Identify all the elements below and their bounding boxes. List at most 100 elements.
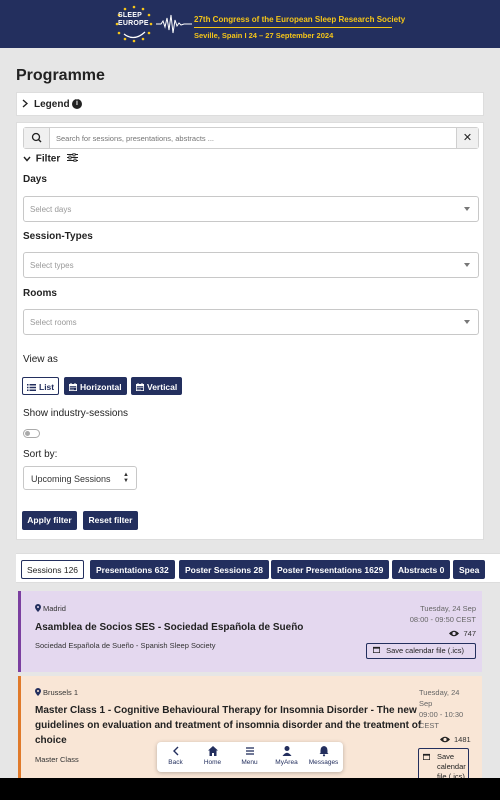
session-date-line1: Tuesday, 24 — [419, 688, 460, 697]
eye-icon — [449, 630, 460, 639]
view-horizontal-button[interactable]: Horizontal — [64, 377, 127, 395]
map-pin-icon — [35, 604, 41, 614]
congress-subtitle: Seville, Spain I 24 – 27 September 2024 — [194, 31, 334, 40]
header-banner: SLEEP EUROPE 27th Congress of the Europe… — [0, 0, 500, 48]
reset-filter-button[interactable]: Reset filter — [83, 511, 138, 530]
view-horizontal-label: Horizontal — [80, 382, 122, 392]
chevron-left-icon — [172, 746, 178, 756]
nav-back[interactable]: Back — [157, 745, 194, 771]
logo-line2: EUROPE — [118, 20, 149, 27]
menu-icon — [245, 747, 254, 755]
types-placeholder: Select types — [30, 261, 74, 270]
sliders-icon — [67, 152, 79, 165]
page-title: Programme — [16, 67, 105, 84]
session-date: Tuesday, 24 Sep 09:00 - 10:30 CEST — [419, 687, 463, 731]
session-room-label: Brussels 1 — [43, 688, 79, 697]
save-calendar-line2: calendar — [437, 762, 466, 771]
filter-toggle[interactable]: Filter — [23, 152, 79, 165]
filter-panel: ✕ Filter Days Select days Session-Types … — [16, 122, 484, 540]
session-date-line2: Sep — [419, 699, 433, 708]
days-select[interactable]: Select days — [23, 196, 479, 222]
legend-label: Legend — [34, 99, 70, 110]
session-card[interactable]: Madrid Asamblea de Socios SES - Sociedad… — [18, 591, 482, 672]
days-placeholder: Select days — [30, 205, 72, 214]
info-icon[interactable]: i — [72, 99, 82, 109]
session-room-label: Madrid — [43, 604, 66, 613]
view-vertical-button[interactable]: Vertical — [131, 377, 183, 397]
industry-sessions-toggle[interactable] — [23, 429, 40, 438]
save-calendar-line1: Save — [437, 752, 455, 761]
results-tabs: Sessions 126 Presentations 632 Poster Se… — [16, 553, 500, 583]
session-time-text: 08:00 - 09:50 CEST — [409, 615, 476, 624]
caret-down-icon — [464, 263, 470, 267]
session-room: Brussels 1 — [35, 688, 78, 698]
days-label: Days — [23, 174, 47, 185]
session-date: Tuesday, 24 Sep 08:00 - 09:50 CEST — [410, 603, 476, 625]
system-navigation-bar — [0, 778, 500, 800]
sleep-wave-icon — [156, 14, 192, 34]
nav-messages[interactable]: Messages — [305, 745, 342, 771]
logo-line1: SLEEP — [118, 12, 142, 19]
nav-myarea[interactable]: MyArea — [268, 745, 305, 771]
calendar-icon — [423, 753, 430, 763]
tab-abstracts[interactable]: Abstracts 0 — [392, 560, 451, 579]
apply-filter-button[interactable]: Apply filter — [22, 511, 77, 530]
calendar-icon — [69, 379, 77, 397]
toggle-knob — [25, 431, 30, 436]
calendar-icon — [373, 644, 380, 658]
tab-speakers[interactable]: Spea — [453, 560, 486, 579]
session-time-line1: 09:00 - 10:30 — [419, 710, 464, 719]
home-icon — [207, 746, 218, 756]
view-vertical-label: Vertical — [147, 382, 178, 392]
tab-poster-sessions[interactable]: Poster Sessions 28 — [179, 560, 269, 579]
list-icon — [27, 379, 36, 397]
nav-menu[interactable]: Menu — [231, 745, 268, 771]
congress-title: 27th Congress of the European Sleep Rese… — [194, 15, 406, 24]
session-views: 747 — [449, 629, 476, 639]
logo-text: SLEEP EUROPE — [118, 12, 158, 28]
caret-down-icon — [464, 207, 470, 211]
sort-select[interactable]: Upcoming Sessions ▲ ▼ — [23, 466, 137, 490]
rooms-placeholder: Select rooms — [30, 318, 77, 327]
session-views-count: 1481 — [454, 735, 471, 744]
tab-poster-presentations[interactable]: Poster Presentations 1629 — [271, 560, 390, 579]
map-pin-icon — [35, 688, 41, 698]
view-list-button[interactable]: List — [22, 377, 60, 397]
calendar-icon — [136, 379, 144, 397]
tab-sessions[interactable]: Sessions 126 — [21, 560, 85, 579]
search-button[interactable] — [24, 128, 50, 148]
session-subtitle: Sociedad Española de Sueño - Spanish Sle… — [35, 641, 216, 650]
bottom-navigation: Back Home Menu MyArea Messages — [157, 742, 343, 772]
nav-home[interactable]: Home — [194, 745, 231, 771]
tab-presentations[interactable]: Presentations 632 — [90, 560, 175, 579]
industry-sessions-label: Show industry-sessions — [23, 408, 129, 419]
sort-label: Sort by: — [23, 449, 58, 460]
session-subtitle: Master Class — [35, 755, 79, 764]
sort-value: Upcoming Sessions — [31, 474, 111, 484]
session-views-count: 747 — [463, 629, 476, 638]
eye-icon — [440, 736, 450, 745]
types-select[interactable]: Select types — [23, 252, 479, 278]
rooms-label: Rooms — [23, 288, 57, 299]
bell-icon — [319, 746, 328, 757]
rooms-select[interactable]: Select rooms — [23, 309, 479, 335]
legend-toggle[interactable]: Legend i — [16, 92, 484, 116]
search-icon — [31, 132, 42, 143]
caret-down-icon — [464, 320, 470, 324]
session-time-line2: CEST — [419, 721, 440, 730]
session-title[interactable]: Asamblea de Socios SES - Sociedad Españo… — [35, 620, 303, 635]
save-calendar-button[interactable]: Save calendar file (.ics) — [366, 643, 476, 659]
save-calendar-label: Save calendar file (.ics) — [386, 646, 465, 655]
search-input[interactable] — [56, 132, 446, 144]
session-views: 1481 — [440, 735, 471, 745]
close-icon: ✕ — [462, 132, 473, 144]
nav-messages-label: Messages — [308, 759, 339, 766]
nav-home-label: Home — [203, 759, 222, 766]
chevron-right-icon — [22, 99, 29, 111]
view-list-label: List — [39, 382, 55, 392]
nav-back-label: Back — [168, 759, 183, 766]
clear-search-button[interactable]: ✕ — [456, 128, 478, 148]
sort-arrows-icon: ▲ ▼ — [123, 472, 129, 484]
session-title-line1: Master Class 1 - Cognitive Behavioural T… — [35, 705, 417, 716]
user-icon — [282, 746, 291, 756]
